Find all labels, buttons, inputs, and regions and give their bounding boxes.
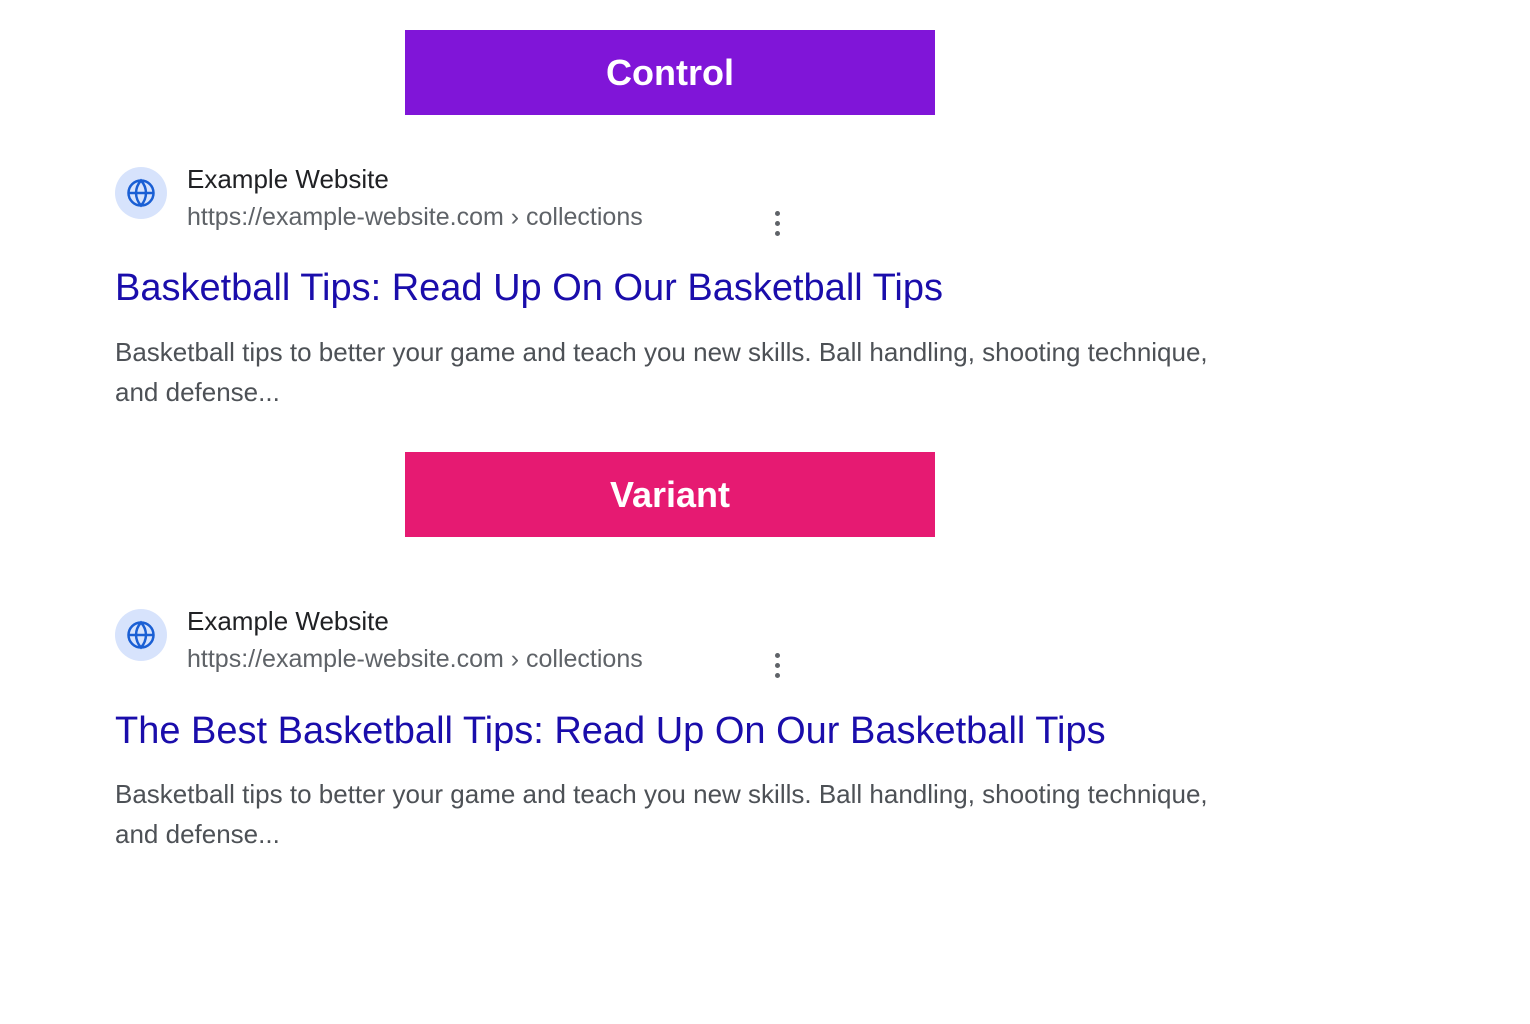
variant-result-description: Basketball tips to better your game and … [115,774,1225,855]
more-options-button[interactable] [767,645,788,686]
more-options-button[interactable] [767,203,788,244]
globe-icon [115,609,167,661]
variant-result: Example Website https://example-website.… [115,605,1315,854]
control-result: Example Website https://example-website.… [115,163,1315,412]
control-breadcrumb: https://example-website.com › collection… [187,199,1315,237]
control-label-text: Control [606,52,734,94]
control-result-description: Basketball tips to better your game and … [115,332,1225,413]
variant-breadcrumb: https://example-website.com › collection… [187,641,1315,679]
variant-label: Variant [405,452,935,537]
variant-label-text: Variant [610,474,730,516]
variant-result-title[interactable]: The Best Basketball Tips: Read Up On Our… [115,707,1315,756]
control-label: Control [405,30,935,115]
control-site-name: Example Website [187,163,1315,197]
globe-icon [115,167,167,219]
control-result-title[interactable]: Basketball Tips: Read Up On Our Basketba… [115,264,1315,313]
variant-site-name: Example Website [187,605,1315,639]
